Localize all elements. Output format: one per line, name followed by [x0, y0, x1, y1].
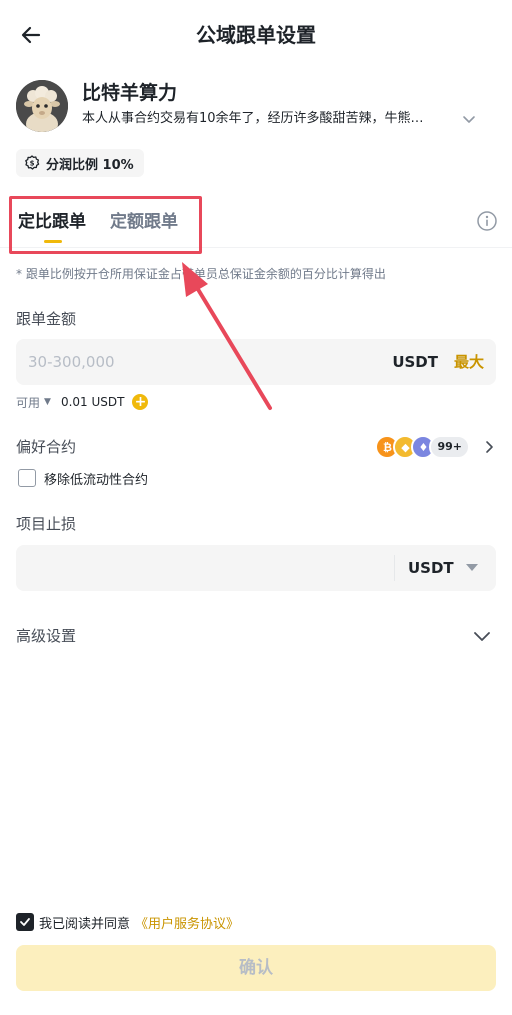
trader-profile: 比特羊算力 本人从事合约交易有10余年了，经历许多酸甜苦辣，牛熊…: [16, 78, 496, 134]
dollar-gear-icon: $: [25, 155, 40, 170]
available-label[interactable]: 可用: [16, 394, 40, 411]
trader-avatar[interactable]: [16, 80, 68, 132]
chevron-down-icon: [474, 632, 490, 641]
amount-unit: USDT: [392, 353, 438, 371]
chevron-right-icon: [486, 441, 493, 453]
remove-low-liquidity-option[interactable]: 移除低流动性合约: [18, 467, 148, 489]
copy-mode-tabs: 定比跟单 定额跟单: [0, 196, 512, 248]
preference-arrow-button[interactable]: [482, 438, 496, 456]
amount-label: 跟单金额: [16, 310, 77, 328]
sheep-avatar-icon: [16, 80, 68, 132]
trader-name: 比特羊算力: [82, 82, 178, 104]
advanced-settings-label: 高级设置: [16, 627, 77, 645]
svg-text:$: $: [30, 160, 35, 168]
amount-input[interactable]: [28, 339, 358, 385]
agreement-text: 我已阅读并同意: [39, 916, 131, 932]
info-button[interactable]: [476, 210, 498, 232]
profit-share-badge: $ 分润比例 10%: [16, 149, 144, 177]
profit-share-text: 分润比例 10%: [46, 157, 134, 173]
trader-description: 本人从事合约交易有10余年了，经历许多酸甜苦辣，牛熊…: [82, 111, 424, 126]
stop-loss-input[interactable]: [28, 545, 388, 591]
agreement-row[interactable]: 我已阅读并同意 《用户服务协议》: [16, 911, 239, 933]
advanced-settings-toggle[interactable]: 高级设置: [16, 624, 496, 648]
agreement-checkbox[interactable]: [16, 913, 34, 931]
expand-description-button[interactable]: [458, 108, 480, 130]
caret-down-icon[interactable]: [466, 564, 478, 571]
active-tab-indicator: [44, 240, 62, 243]
add-funds-button[interactable]: +: [132, 394, 149, 410]
ratio-note: * 跟单比例按开仓所用保证金占带单员总保证金余额的百分比计算得出: [16, 267, 386, 281]
caret-down-icon[interactable]: ▼: [44, 397, 51, 407]
stop-loss-label: 项目止损: [16, 515, 77, 533]
info-icon: [477, 211, 497, 231]
checkmark-icon: [20, 918, 30, 926]
more-contracts-count: 99+: [429, 435, 470, 459]
stop-loss-unit-select[interactable]: USDT: [408, 557, 454, 579]
remove-low-liquidity-label: 移除低流动性合约: [44, 472, 149, 488]
amount-field: USDT 最大: [16, 339, 496, 385]
preference-label: 偏好合约: [16, 438, 77, 456]
remove-low-liquidity-checkbox[interactable]: [18, 469, 36, 487]
field-divider: [394, 555, 395, 581]
page-title: 公域跟单设置: [196, 23, 316, 47]
preferred-contracts-selector[interactable]: ₿ ◆ ♦ 99+: [375, 434, 470, 460]
stop-loss-field: USDT: [16, 545, 496, 591]
max-button[interactable]: 最大: [454, 351, 484, 373]
user-agreement-link[interactable]: 《用户服务协议》: [135, 913, 239, 932]
header: 公域跟单设置: [0, 0, 512, 70]
chevron-down-icon: [463, 116, 475, 123]
available-balance: 可用 ▼ 0.01 USDT +: [16, 392, 149, 412]
available-value: 0.01 USDT: [60, 395, 125, 409]
tab-fixed-copy[interactable]: 定额跟单: [110, 210, 178, 234]
confirm-button[interactable]: 确认: [16, 945, 496, 991]
tab-ratio-copy[interactable]: 定比跟单: [18, 210, 86, 234]
